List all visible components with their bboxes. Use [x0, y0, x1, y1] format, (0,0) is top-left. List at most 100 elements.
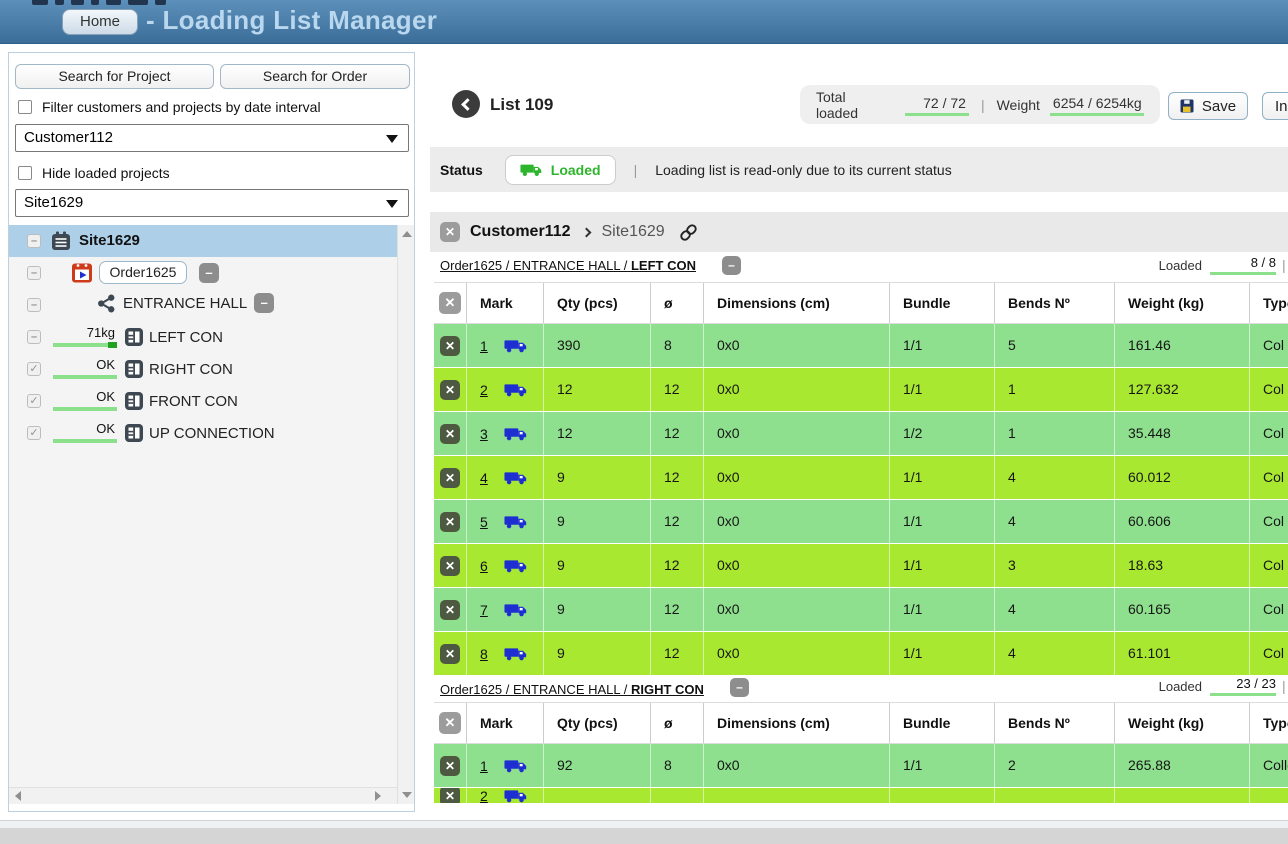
order-button[interactable]: Order1625	[99, 261, 187, 284]
remove-row-button[interactable]: ✕	[440, 380, 460, 400]
container-icon	[124, 327, 144, 347]
scroll-up-icon[interactable]	[402, 231, 412, 237]
tree-checkbox[interactable]	[27, 362, 41, 376]
mark-link[interactable]: 3	[480, 413, 488, 455]
status-badge-label: Loaded	[551, 162, 601, 178]
mark-link[interactable]: 5	[480, 501, 488, 543]
tree-checkbox[interactable]	[27, 330, 41, 344]
table-row: ✕19280x01/12265.88Colle	[434, 744, 1288, 788]
floppy-disk-icon	[1180, 99, 1194, 113]
sidebar: Search for Project Search for Order Filt…	[8, 52, 415, 812]
remove-row-button[interactable]: ✕	[440, 336, 460, 356]
cell-type: Col	[1250, 368, 1288, 411]
table-row: ✕79120x01/1460.165Col	[434, 588, 1288, 632]
remove-row-button[interactable]: ✕	[440, 756, 460, 776]
cell-type	[1250, 788, 1288, 803]
tree-item-front-con[interactable]: OKFRONT CON	[9, 385, 397, 417]
container-progress-bar	[53, 343, 117, 347]
section-minus-button[interactable]: –	[722, 256, 741, 275]
cell-bends: 3	[995, 544, 1115, 587]
mark-link[interactable]: 2	[480, 369, 488, 411]
cell-dia: 12	[651, 412, 704, 455]
cell-bends: 4	[995, 588, 1115, 631]
mark-link[interactable]: 1	[480, 325, 488, 367]
container-status: 71kg	[45, 325, 115, 340]
truck-icon	[504, 426, 528, 441]
section-minus-button[interactable]: –	[730, 678, 749, 697]
cell-weight: 60.606	[1115, 500, 1250, 543]
search-order-button[interactable]: Search for Order	[220, 64, 410, 89]
remove-row-button[interactable]: ✕	[440, 788, 460, 803]
column-header: Bends Nº	[995, 283, 1115, 323]
cell-weight	[1115, 788, 1250, 803]
cell-dia: 12	[651, 632, 704, 675]
cell-dim: 0x0	[704, 588, 890, 631]
mark-link[interactable]: 1	[480, 745, 488, 787]
remove-row-button[interactable]: ✕	[440, 644, 460, 664]
cell-weight: 35.448	[1115, 412, 1250, 455]
tree-checkbox[interactable]	[27, 234, 41, 248]
tree-item-up-connection[interactable]: OKUP CONNECTION	[9, 417, 397, 449]
tree-checkbox[interactable]	[27, 298, 41, 312]
cell-bundle: 1/1	[890, 632, 995, 675]
section-path-link[interactable]: Order1625 / ENTRANCE HALL / LEFT CON	[440, 258, 696, 273]
cell-dim: 0x0	[704, 412, 890, 455]
cell-type: Col	[1250, 544, 1288, 587]
mark-link[interactable]: 2	[480, 788, 488, 803]
back-button[interactable]	[452, 90, 480, 118]
mark-link[interactable]: 8	[480, 633, 488, 675]
mark-link[interactable]: 6	[480, 545, 488, 587]
tree-horizontal-scrollbar[interactable]	[9, 787, 397, 804]
cell-weight: 61.101	[1115, 632, 1250, 675]
close-icon[interactable]: ✕	[440, 222, 460, 242]
cell-dim: 0x0	[704, 368, 890, 411]
save-button[interactable]: Save	[1168, 92, 1248, 120]
customer-select[interactable]: Customer112	[15, 124, 409, 152]
tree-item-order1625[interactable]: Order1625–	[9, 257, 397, 289]
breadcrumb-site[interactable]: Site1629	[602, 223, 665, 241]
section-loaded-label: Loaded	[1130, 258, 1202, 273]
remove-row-button[interactable]: ✕	[440, 512, 460, 532]
stats-separator: |	[981, 97, 985, 113]
mark-link[interactable]: 7	[480, 589, 488, 631]
scroll-left-icon[interactable]	[15, 791, 21, 801]
site-select[interactable]: Site1629	[15, 189, 409, 217]
chevron-down-icon	[386, 200, 398, 208]
zone-icon	[97, 294, 116, 313]
scroll-down-icon[interactable]	[402, 792, 412, 798]
secondary-button[interactable]: In	[1262, 92, 1288, 120]
section-tail-separator: |	[1282, 678, 1286, 694]
status-badge[interactable]: Loaded	[505, 155, 616, 185]
collapse-minus-button[interactable]: –	[199, 263, 219, 283]
hide-loaded-checkbox[interactable]	[18, 166, 32, 180]
link-icon[interactable]	[679, 223, 698, 242]
remove-row-button[interactable]: ✕	[440, 424, 460, 444]
tree-vertical-scrollbar[interactable]	[397, 225, 414, 804]
tree-checkbox[interactable]	[27, 426, 41, 440]
cell-bundle: 1/1	[890, 588, 995, 631]
remove-row-button[interactable]: ✕	[440, 468, 460, 488]
section-path-bold: LEFT CON	[631, 258, 696, 273]
search-project-button[interactable]: Search for Project	[15, 64, 214, 89]
section-path-link[interactable]: Order1625 / ENTRANCE HALL / RIGHT CON	[440, 682, 704, 697]
tree-item-entrance-hall[interactable]: ENTRANCE HALL–	[9, 289, 397, 321]
remove-row-button[interactable]: ✕	[440, 600, 460, 620]
cell-bends: 5	[995, 324, 1115, 367]
breadcrumb-customer[interactable]: Customer112	[470, 223, 571, 241]
remove-all-button[interactable]: ✕	[439, 712, 461, 734]
remove-row-button[interactable]: ✕	[440, 556, 460, 576]
cell-dia: 12	[651, 368, 704, 411]
home-button[interactable]: Home	[62, 9, 138, 35]
save-button-label: Save	[1202, 98, 1236, 115]
collapse-minus-button[interactable]: –	[254, 293, 274, 313]
mark-link[interactable]: 4	[480, 457, 488, 499]
tree-checkbox[interactable]	[27, 266, 41, 280]
tree-item-site1629[interactable]: Site1629	[9, 225, 397, 257]
tree-checkbox[interactable]	[27, 394, 41, 408]
tree-item-right-con[interactable]: OKRIGHT CON	[9, 353, 397, 385]
tree-item-left-con[interactable]: 71kgLEFT CON	[9, 321, 397, 353]
scroll-right-icon[interactable]	[375, 791, 381, 801]
remove-all-button[interactable]: ✕	[439, 292, 461, 314]
filter-date-checkbox[interactable]	[18, 100, 32, 114]
column-header: Dimensions (cm)	[704, 703, 890, 743]
